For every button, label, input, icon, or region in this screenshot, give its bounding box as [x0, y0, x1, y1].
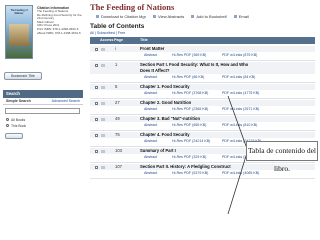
row-checkbox[interactable]	[95, 47, 98, 51]
toc-table-header: Access Page Title	[90, 37, 315, 44]
access-icon	[101, 101, 105, 105]
row-divider	[90, 60, 315, 61]
pdf-links-link[interactable]: PDF w/Links (4775 KB)	[222, 90, 259, 96]
hires-pdf-link[interactable]: Hi-Res PDF (369 KB)	[172, 52, 206, 58]
header-access: Access	[100, 38, 114, 42]
scope-this-book[interactable]: This Book	[6, 123, 26, 129]
download-icon	[96, 15, 99, 18]
row-links: Abstract Hi-Res PDF (3768 KB) PDF w/Link…	[90, 90, 315, 96]
abstract-link[interactable]: Abstract	[144, 170, 157, 176]
row-divider	[90, 114, 315, 115]
page-title: The Feeding of Nations	[90, 2, 175, 12]
row-checkbox[interactable]	[95, 85, 98, 89]
hires-pdf-link[interactable]: Hi-Res PDF (329 KB)	[172, 154, 206, 160]
annotation-callout: Tabla de contenido del libro.	[246, 141, 318, 173]
search-tabs: Simple Search Advanced Search	[3, 98, 83, 105]
add-to-bookshelf-link[interactable]: Add to Bookshelf	[191, 13, 227, 20]
abstract-link[interactable]: Abstract	[144, 154, 157, 160]
advanced-search-tab[interactable]: Advanced Search	[52, 98, 80, 105]
row-checkbox[interactable]	[95, 149, 98, 153]
row-divider	[90, 82, 315, 83]
row-divider	[90, 130, 315, 131]
toolbar: Download to Citation Mgr View Abstracts …	[96, 13, 320, 20]
pdf-links-link[interactable]: PDF w/Links (84 KB)	[222, 74, 255, 80]
abstract-icon	[153, 15, 157, 18]
access-icon	[101, 63, 105, 67]
book-cover[interactable]: The Feeding of Nations	[5, 5, 33, 59]
row-checkbox[interactable]	[95, 133, 98, 137]
view-abstracts-link[interactable]: View Abstracts	[153, 13, 184, 20]
abstract-link[interactable]: Abstract	[144, 106, 157, 112]
header-title: Title	[140, 38, 148, 42]
access-icon	[101, 117, 105, 121]
search-header: Search	[3, 90, 83, 98]
hires-pdf-link[interactable]: Hi-Res PDF (655 KB)	[172, 122, 206, 128]
row-checkbox[interactable]	[95, 63, 98, 67]
abstract-link[interactable]: Abstract	[144, 122, 157, 128]
row-page: 1	[115, 62, 118, 67]
access-icon	[101, 85, 105, 89]
abstract-link[interactable]: Abstract	[144, 74, 157, 80]
row-divider	[90, 98, 315, 99]
pdf-links-link[interactable]: PDF w/Links (875 KB)	[222, 52, 257, 58]
row-links: Abstract Hi-Res PDF (655 KB) PDF w/Links…	[90, 122, 315, 128]
row-links: Abstract Hi-Res PDF (369 KB) PDF w/Links…	[90, 52, 315, 58]
row-checkbox[interactable]	[95, 165, 98, 169]
access-icon	[101, 133, 105, 137]
citation-info: Citation Information The Feeding of Nati…	[37, 6, 85, 35]
abstract-link[interactable]: Abstract	[144, 52, 157, 58]
pdf-links-link[interactable]: PDF w/Links (4085 KB)	[222, 170, 259, 176]
abstract-link[interactable]: Abstract	[144, 138, 157, 144]
hires-pdf-link[interactable]: Hi-Res PDF (3768 KB)	[172, 90, 208, 96]
abstract-link[interactable]: Abstract	[144, 90, 157, 96]
radio-icon	[6, 118, 9, 122]
hires-pdf-link[interactable]: Hi-Res PDF (24214 KB)	[172, 138, 210, 144]
hires-pdf-link[interactable]: Hi-Res PDF (5379 KB)	[172, 170, 208, 176]
bookmark-title-button[interactable]: Bookmark Title	[4, 72, 42, 80]
cover-title: The Feeding of Nations	[10, 9, 28, 15]
row-checkbox[interactable]	[95, 101, 98, 105]
header-page: Page	[114, 38, 124, 42]
search-scope: All Books This Book	[6, 117, 26, 129]
email-icon	[233, 15, 237, 18]
row-divider	[90, 178, 315, 179]
row-links: Abstract Hi-Res PDF (2365 KB) PDF w/Link…	[90, 106, 315, 112]
scope-label: All Books	[11, 118, 26, 122]
access-icon	[101, 149, 105, 153]
download-citation-link[interactable]: Download to Citation Mgr	[96, 13, 146, 20]
simple-search-tab[interactable]: Simple Search	[6, 98, 31, 105]
table-row: 1 Section Part I. Food Security: What Is…	[90, 62, 315, 74]
bookshelf-icon	[191, 15, 195, 18]
row-checkbox[interactable]	[95, 117, 98, 121]
row-links: Abstract Hi-Res PDF (86 KB) PDF w/Links …	[90, 74, 315, 80]
row-title[interactable]: Section Part I. Food Security: What Is I…	[140, 62, 250, 74]
toc-filter-links[interactable]: All | Subscribed | Free	[90, 31, 125, 35]
left-panel: The Feeding of Nations Citation Informat…	[0, 0, 85, 240]
access-icon	[101, 47, 105, 51]
pdf-links-link[interactable]: PDF w/Links (2571 KB)	[222, 106, 259, 112]
toc-title: Table of Contents	[90, 23, 145, 30]
hires-pdf-link[interactable]: Hi-Res PDF (86 KB)	[172, 74, 204, 80]
radio-icon	[6, 124, 9, 128]
main-panel: The Feeding of Nations Download to Citat…	[85, 0, 320, 240]
email-link[interactable]: Email	[233, 13, 249, 20]
scope-label: This Book	[11, 124, 27, 128]
cover-image	[9, 24, 29, 46]
search-submit-button[interactable]	[5, 133, 23, 139]
hires-pdf-link[interactable]: Hi-Res PDF (2365 KB)	[172, 106, 208, 112]
pdf-links-link[interactable]: PDF w/Links (810 KB)	[222, 122, 257, 128]
citation-line: eBook ISBN: 978-1-4398-3691-5	[37, 30, 81, 35]
access-icon	[101, 165, 105, 169]
search-input[interactable]	[5, 108, 80, 114]
